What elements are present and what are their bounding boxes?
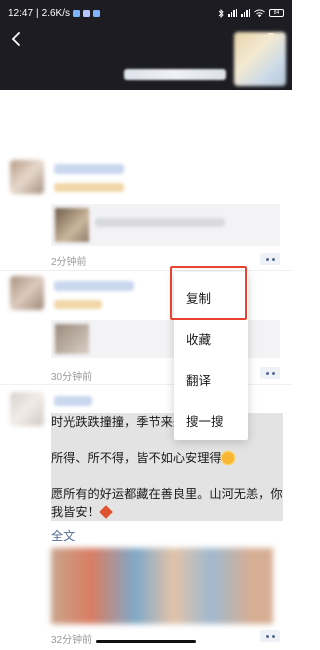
- notification-app-icon: [93, 9, 100, 17]
- post-time: 32分钟前: [51, 635, 93, 646]
- signal-icon: [228, 9, 237, 17]
- highlight-annotation: [170, 266, 247, 320]
- link-thumbnail: [55, 324, 89, 354]
- sun-emoji-icon: [221, 452, 234, 464]
- status-right: 84: [218, 8, 284, 18]
- avatar[interactable]: [10, 392, 44, 426]
- more-dots-icon: [265, 371, 269, 375]
- divider: [0, 384, 292, 385]
- cover-user-name: [124, 69, 226, 80]
- more-actions-button[interactable]: [260, 367, 280, 379]
- status-time: 12:47: [8, 7, 34, 19]
- post-text-line: [51, 467, 283, 485]
- more-dots-icon: [265, 634, 269, 638]
- post-text-line-text: 我皆安！: [51, 505, 100, 519]
- full-text-link[interactable]: 全文: [51, 526, 75, 544]
- post-text-snippet: [54, 300, 102, 309]
- signal-icon: [241, 9, 250, 17]
- home-indicator[interactable]: [96, 640, 196, 643]
- link-thumbnail: [55, 208, 89, 242]
- post-author-name[interactable]: [54, 281, 134, 291]
- battery-level: 84: [273, 10, 280, 16]
- more-dots-icon: [271, 371, 275, 375]
- bluetooth-icon: [218, 8, 224, 18]
- status-net-speed: 2.6K/s: [41, 7, 70, 19]
- post-time: 30分钟前: [51, 372, 93, 383]
- more-actions-button[interactable]: [260, 253, 280, 265]
- shared-link-card[interactable]: [51, 204, 280, 246]
- wifi-icon: [254, 9, 265, 17]
- post-author-name[interactable]: [54, 164, 124, 174]
- cover-avatar[interactable]: [234, 32, 286, 86]
- post-text-line: 我皆安！: [51, 503, 283, 521]
- more-dots-icon: [265, 257, 269, 261]
- more-actions-button[interactable]: [260, 630, 280, 642]
- fu-emoji-icon: [98, 505, 113, 519]
- post-text-line: 愿所有的好运都藏在善良里。山河无恙，你: [51, 487, 283, 501]
- more-dots-icon: [271, 257, 275, 261]
- menu-item-favorite[interactable]: 收藏: [174, 318, 248, 359]
- notification-app-icon: [83, 9, 90, 17]
- post-text-line: 所得、所不得，皆不如心安理得: [51, 449, 283, 467]
- divider: [0, 270, 292, 271]
- menu-item-translate[interactable]: 翻译: [174, 359, 248, 400]
- status-separator: |: [36, 7, 39, 19]
- avatar[interactable]: [10, 276, 44, 310]
- post-image[interactable]: [51, 548, 273, 624]
- post-text-snippet: [54, 183, 124, 192]
- avatar[interactable]: [10, 160, 44, 194]
- status-bar: 12:47 | 2.6K/s 84: [0, 0, 292, 26]
- post-text-line-text: 所得、所不得，皆不如心安理得: [51, 451, 222, 465]
- back-arrow-icon[interactable]: [8, 30, 26, 48]
- post-time: 2分钟前: [51, 257, 87, 268]
- notification-app-icon: [73, 9, 80, 17]
- post-text-selected[interactable]: 时光跌跌撞撞，季节来来往往， 所得、所不得，皆不如心安理得 愿所有的好运都藏在善…: [51, 413, 283, 521]
- battery-icon: 84: [269, 9, 284, 17]
- status-left: 12:47 | 2.6K/s: [8, 8, 100, 19]
- post-text-line: 时光跌跌撞撞，季节来来往往，: [51, 415, 222, 429]
- menu-item-search[interactable]: 搜一搜: [174, 400, 248, 441]
- link-title: [95, 218, 225, 227]
- more-dots-icon: [271, 634, 275, 638]
- post-text-line: [51, 431, 283, 449]
- post-author-name[interactable]: [54, 396, 92, 406]
